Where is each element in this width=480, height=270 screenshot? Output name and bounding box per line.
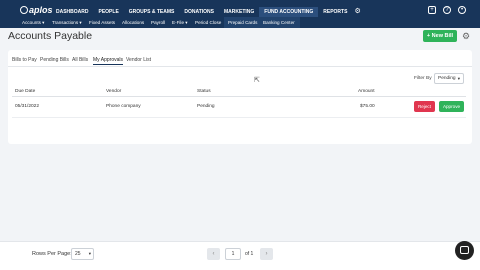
subnav-accounts[interactable]: Accounts ▾ — [22, 17, 44, 28]
logo-mark-icon — [20, 6, 28, 14]
page-number-input[interactable]: 1 — [225, 248, 241, 260]
subnav-banking-center[interactable]: Banking Center — [263, 17, 295, 28]
page-count-label: of 1 — [245, 251, 254, 257]
tab-vendor-list[interactable]: Vendor List — [126, 57, 151, 63]
table-header-divider — [12, 96, 466, 97]
tab-bills-to-pay[interactable]: Bills to Pay — [12, 57, 37, 63]
next-page-button[interactable]: › — [260, 248, 273, 260]
approve-button[interactable]: Approve — [439, 101, 464, 112]
subnav-transactions[interactable]: Transactions ▾ — [52, 17, 82, 28]
bills-card — [8, 50, 472, 144]
subnav-prepaid-cards[interactable]: Prepaid Cards — [228, 17, 257, 28]
table-row-divider — [12, 117, 466, 118]
mouse-cursor-icon: ⇱ — [254, 77, 260, 84]
main-nav: DASHBOARD PEOPLE GROUPS & TEAMS DONATION… — [51, 7, 361, 17]
cell-amount: $75.00 — [360, 104, 375, 109]
nav-donations[interactable]: DONATIONS — [179, 7, 219, 17]
subnav-period-close[interactable]: Period Close — [195, 17, 221, 28]
settings-gear-icon[interactable]: ⚙ — [354, 7, 360, 17]
cell-vendor: Phone company — [106, 104, 141, 109]
nav-marketing[interactable]: MARKETING — [219, 7, 259, 17]
filter-by-label: Filter By — [414, 76, 432, 81]
chat-support-button[interactable] — [455, 241, 474, 260]
column-header-vendor[interactable]: Vendor — [106, 89, 121, 94]
chevron-down-icon: ▾ — [457, 76, 460, 81]
user-account-icon[interactable]: • — [458, 6, 466, 14]
subnav-allocations[interactable]: Allocations — [122, 17, 144, 28]
page-title: Accounts Payable — [8, 30, 93, 42]
column-header-status[interactable]: Status — [197, 89, 211, 94]
tab-my-approvals[interactable]: My Approvals — [93, 57, 124, 65]
rows-per-page-label: Rows Per Page: — [32, 251, 72, 257]
subnav-e-file[interactable]: E-File ▾ — [172, 17, 188, 28]
rows-per-page-select[interactable]: 25 ▾ — [71, 248, 94, 260]
reject-button[interactable]: Reject — [414, 101, 435, 112]
tab-pending-bills[interactable]: Pending Bills — [40, 57, 69, 63]
chat-bubble-icon — [460, 246, 469, 254]
add-icon[interactable]: + — [428, 6, 436, 14]
page-settings-gear-icon[interactable]: ⚙ — [462, 31, 470, 42]
new-bill-button[interactable]: + New Bill — [423, 30, 457, 42]
column-header-due-date[interactable]: Due Date — [15, 89, 35, 94]
tabs-divider — [8, 66, 472, 67]
help-icon[interactable]: ? — [443, 6, 451, 14]
cell-due-date: 05/31/2022 — [15, 104, 40, 109]
sub-nav: Accounts ▾ Transactions ▾ Fixed Assets A… — [0, 17, 480, 28]
tab-all-bills[interactable]: All Bills — [72, 57, 88, 63]
subnav-fixed-assets[interactable]: Fixed Assets — [89, 17, 115, 28]
nav-reports[interactable]: REPORTS — [318, 7, 352, 17]
nav-people[interactable]: PEOPLE — [94, 7, 124, 17]
cell-status: Pending — [197, 104, 215, 109]
rows-per-page-value: 25 — [75, 251, 81, 257]
filter-value: Pending — [438, 76, 456, 81]
subnav-payroll[interactable]: Payroll — [151, 17, 165, 28]
previous-page-button[interactable]: ‹ — [207, 248, 220, 260]
nav-fund-accounting[interactable]: FUND ACCOUNTING — [259, 7, 319, 17]
aplos-logo[interactable]: aplos — [20, 5, 53, 15]
filter-by-select[interactable]: Pending ▾ — [434, 73, 464, 84]
top-right-icons: + ? • — [428, 6, 466, 14]
column-header-amount[interactable]: Amount — [358, 89, 375, 94]
nav-groups-teams[interactable]: GROUPS & TEAMS — [124, 7, 180, 17]
chevron-down-icon: ▾ — [88, 251, 91, 256]
nav-dashboard[interactable]: DASHBOARD — [51, 7, 94, 17]
